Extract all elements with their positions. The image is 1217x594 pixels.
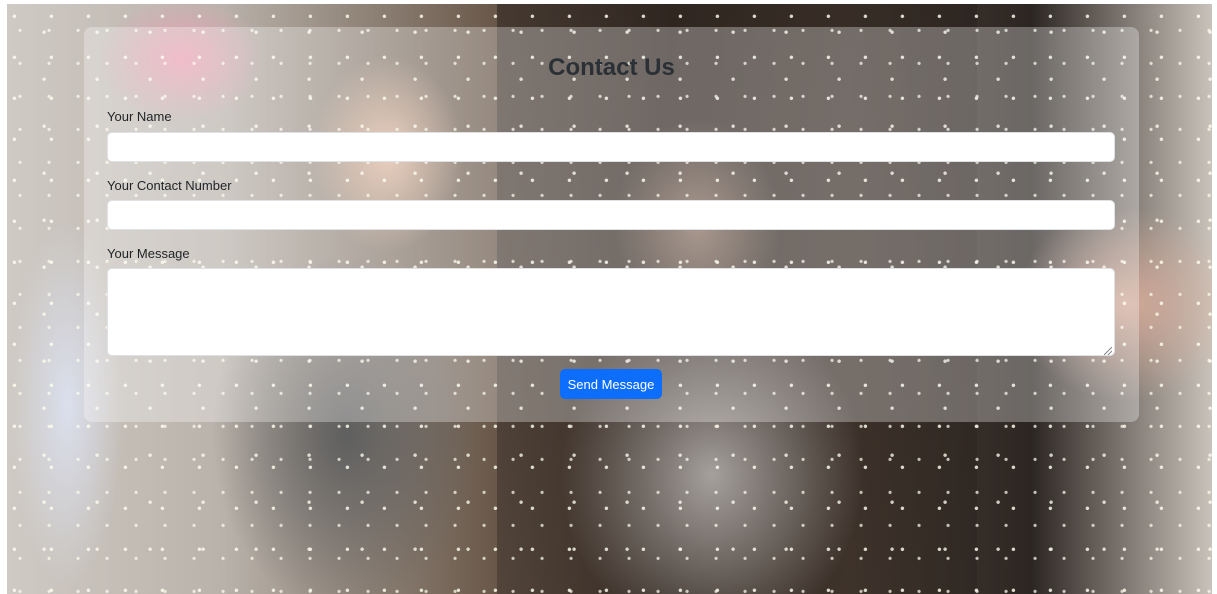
send-message-button[interactable]: Send Message bbox=[560, 369, 662, 399]
name-input[interactable] bbox=[107, 132, 1115, 162]
contact-number-input[interactable] bbox=[107, 200, 1115, 230]
contact-number-label: Your Contact Number bbox=[107, 178, 232, 193]
page-title: Contact Us bbox=[548, 54, 675, 81]
message-textarea[interactable] bbox=[107, 268, 1115, 356]
contact-form: Contact Us Your Name Your Contact Number… bbox=[84, 27, 1139, 422]
page: Contact Us Your Name Your Contact Number… bbox=[0, 0, 1217, 594]
message-label: Your Message bbox=[107, 246, 190, 261]
resize-handle-icon[interactable] bbox=[1104, 347, 1112, 355]
name-label: Your Name bbox=[107, 109, 172, 124]
